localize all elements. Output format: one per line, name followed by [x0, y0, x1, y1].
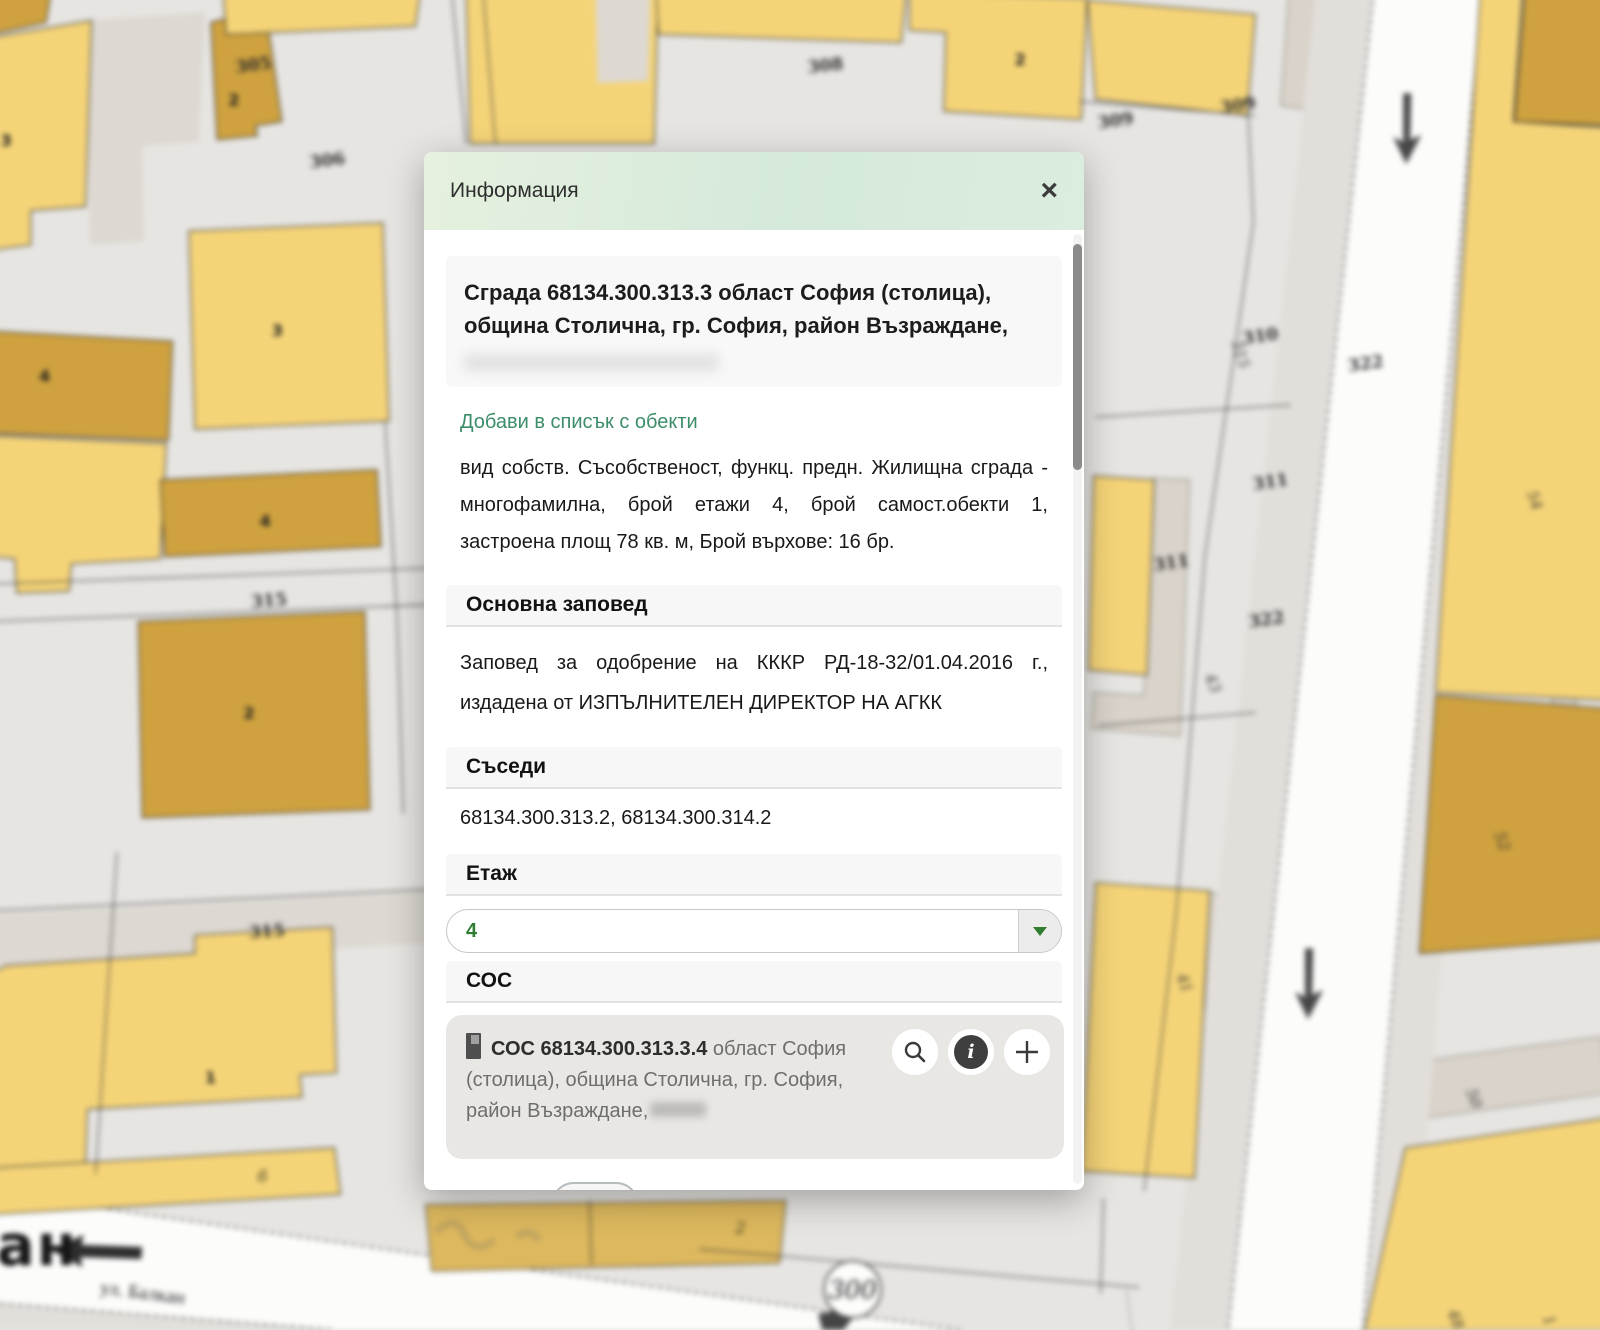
sos-item-text: СОС 68134.300.313.3.4 област София (стол… — [466, 1033, 896, 1127]
object-description: вид собств. Съсобственост, функц. предн.… — [460, 450, 1048, 561]
info-dialog: Информация × Сграда 68134.300.313.3 обла… — [424, 152, 1084, 1190]
map-label: б — [258, 1167, 268, 1186]
map-label: 2 — [228, 90, 239, 109]
building-icon — [466, 1033, 481, 1059]
map-label: 3 — [1, 131, 12, 150]
sos-item-id: СОС 68134.300.313.3.4 — [491, 1038, 707, 1060]
order-text: Заповед за одобрение на КККР РД-18-32/01… — [460, 643, 1048, 723]
dialog-title: Информация — [450, 179, 579, 203]
scrollbar-thumb[interactable] — [1073, 244, 1082, 470]
section-header-neighbors: Съседи — [446, 747, 1062, 789]
floor-select[interactable]: 4 — [446, 909, 1062, 953]
sos-item-actions: i — [892, 1029, 1050, 1075]
map-label: ан — [0, 1213, 78, 1279]
magnifier-icon — [903, 1040, 927, 1064]
zoom-to-object-button[interactable] — [892, 1029, 938, 1075]
page-number-input[interactable] — [568, 1186, 612, 1190]
object-title-card: Сграда 68134.300.313.3 област София (сто… — [446, 256, 1062, 387]
object-title-line: Сграда 68134.300.313.3 област София (сто… — [464, 276, 1044, 309]
map-label: 315 — [250, 590, 287, 612]
dialog-header: Информация × — [424, 152, 1084, 230]
map-label: 1 — [205, 1068, 216, 1087]
map-label: 4 — [260, 511, 271, 530]
modal-scrollbar[interactable] — [1073, 234, 1082, 1184]
sos-list-item[interactable]: СОС 68134.300.313.3.4 област София (стол… — [446, 1015, 1064, 1159]
object-info-button[interactable]: i — [948, 1029, 994, 1075]
add-object-button[interactable] — [1004, 1029, 1050, 1075]
sos-pagination: 1 - 1 от 1 записи — [468, 1181, 1040, 1190]
map-label: 300 — [828, 1276, 876, 1305]
section-header-order: Основна заповед — [446, 585, 1062, 627]
redacted-address — [464, 354, 719, 371]
neighbors-text: 68134.300.313.2, 68134.300.314.2 — [460, 807, 1048, 830]
map-label: 315 — [248, 921, 285, 943]
object-title-line: община Столична, гр. София, район Възраж… — [464, 309, 1044, 342]
map-label: 308 — [807, 54, 845, 78]
map-label: 2 — [1015, 50, 1026, 69]
map-label: 3 — [272, 321, 283, 340]
page-number-field — [551, 1182, 639, 1190]
section-header-floor: Етаж — [446, 854, 1062, 896]
info-icon: i — [954, 1035, 988, 1069]
select-arrow-box[interactable] — [1018, 910, 1061, 952]
map-label: 2 — [734, 1218, 745, 1237]
dialog-body: Сграда 68134.300.313.3 област София (сто… — [424, 230, 1084, 1190]
floor-select-value: 4 — [466, 910, 477, 952]
add-to-list-link[interactable]: Добави в списък с обекти — [460, 411, 1048, 434]
close-button[interactable]: × — [1040, 176, 1058, 206]
chevron-down-icon — [1033, 927, 1047, 936]
plus-icon — [1014, 1039, 1040, 1065]
map-label: 2 — [243, 704, 254, 723]
map-label: 4 — [39, 367, 50, 386]
section-header-sos: СОС — [446, 961, 1062, 1003]
redacted-fragment — [650, 1102, 706, 1117]
